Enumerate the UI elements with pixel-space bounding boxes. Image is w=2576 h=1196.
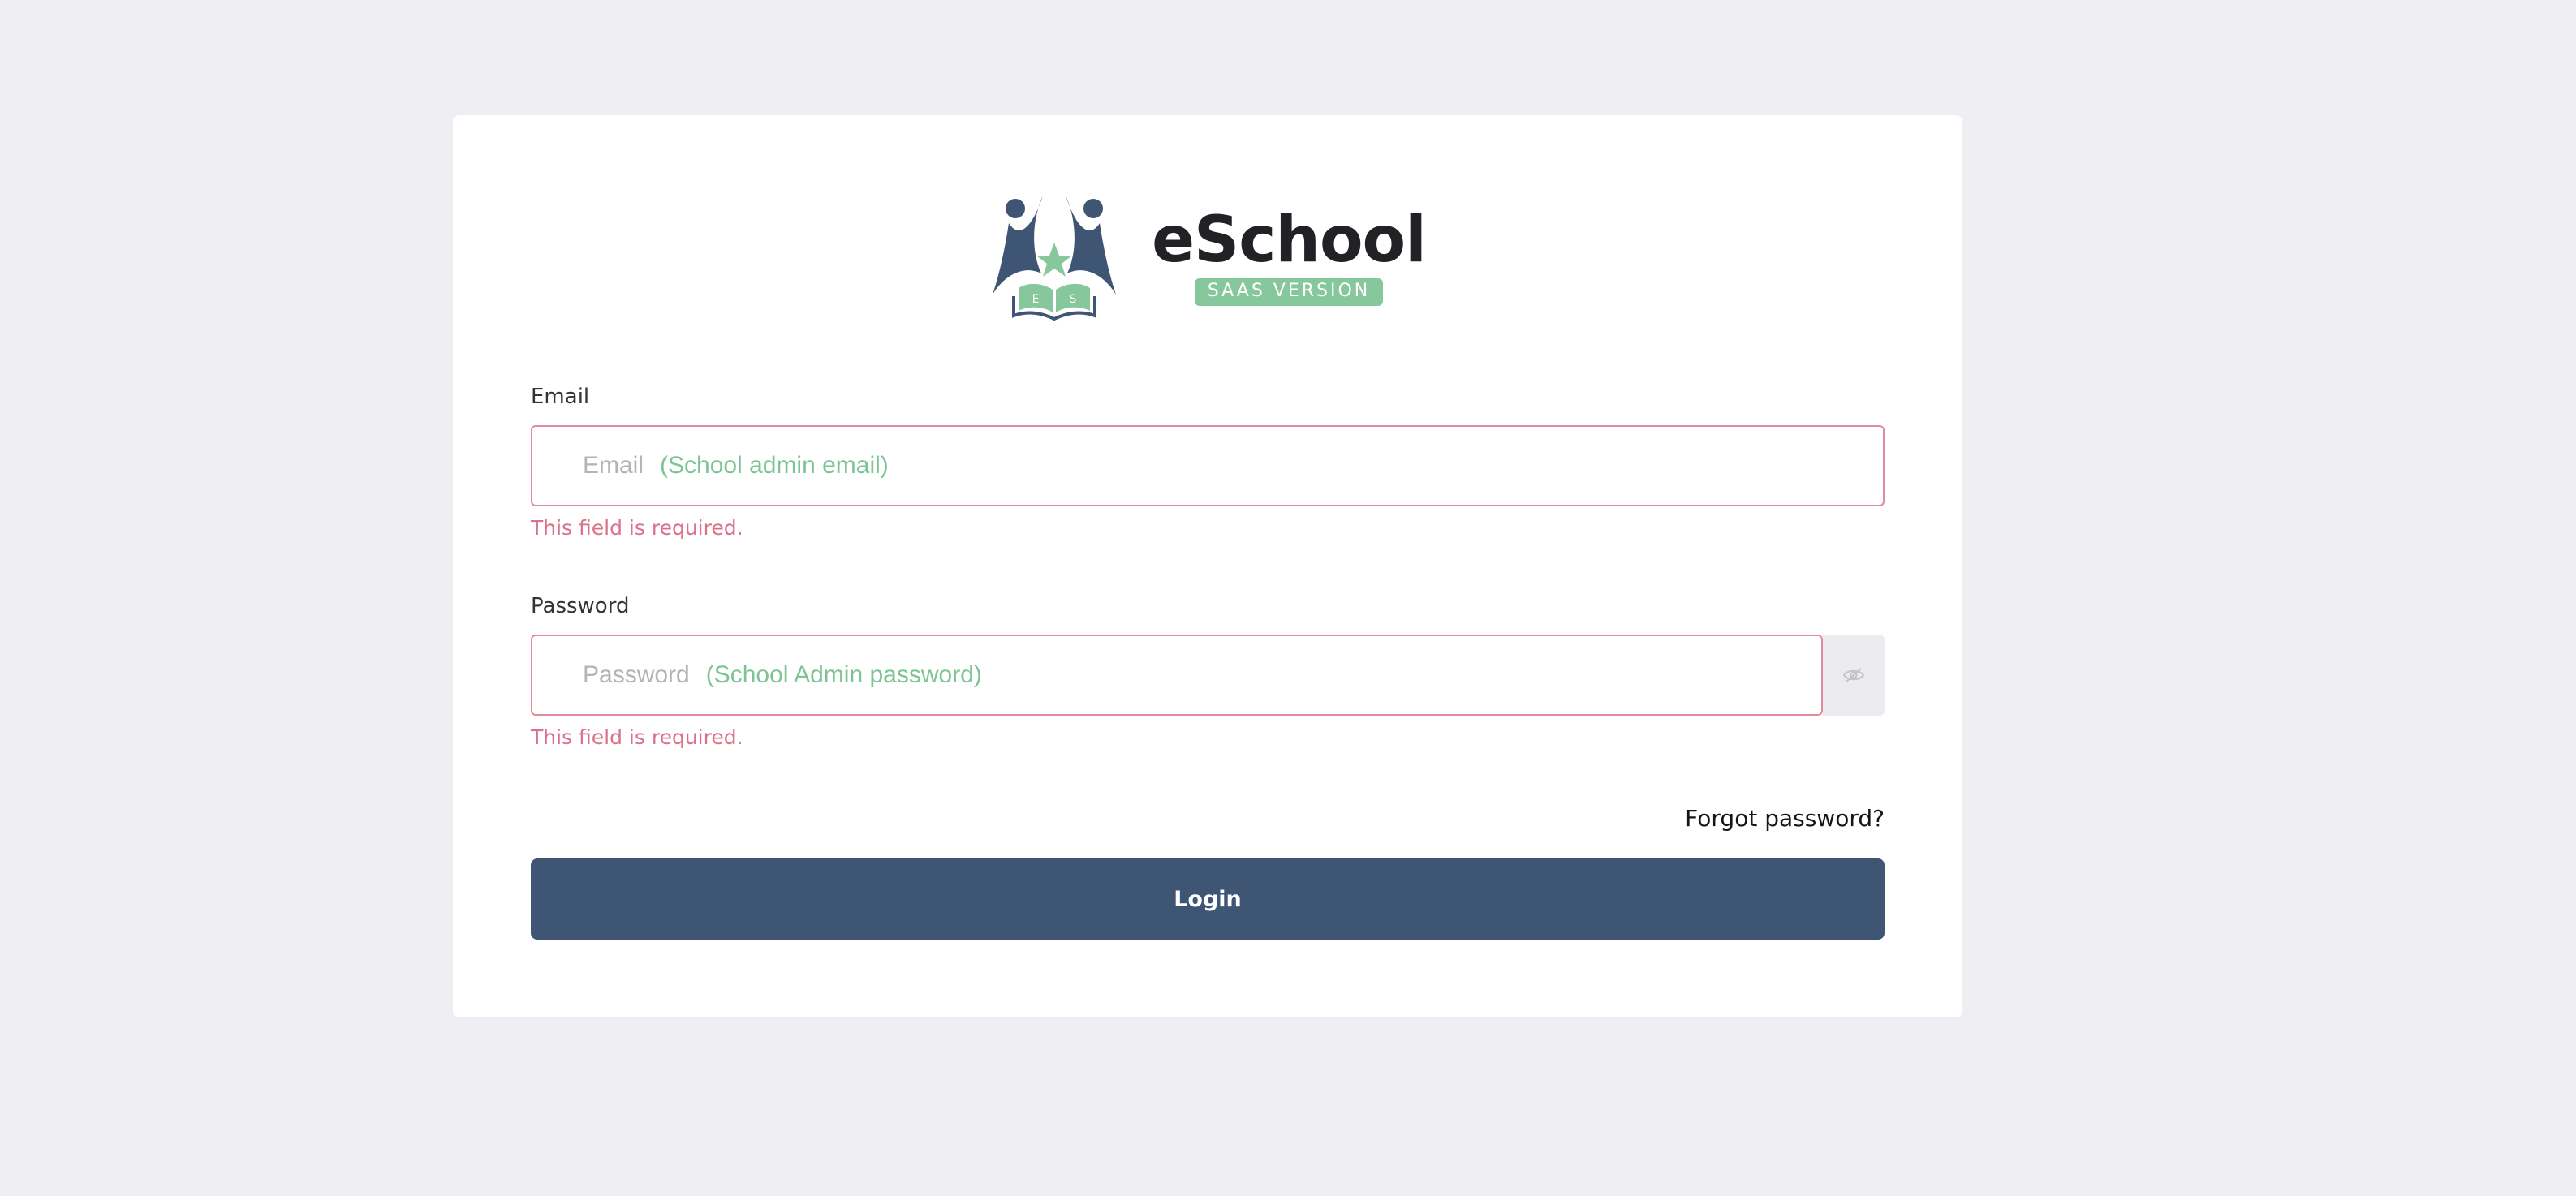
- password-error-message: This field is required.: [531, 725, 743, 749]
- email-error-message: This field is required.: [531, 516, 743, 540]
- email-field[interactable]: Email (School admin email): [531, 425, 1885, 506]
- brand-wordmark: eSchool SAAS VERSION: [1152, 204, 1427, 306]
- email-placeholder: Email: [583, 452, 644, 479]
- school-logo-icon: E S: [993, 196, 1117, 321]
- password-placeholder: Password: [583, 661, 690, 688]
- password-hint: (School Admin password): [705, 661, 982, 688]
- brand-tagline-badge: SAAS VERSION: [1194, 278, 1384, 306]
- password-field[interactable]: Password (School Admin password): [531, 635, 1823, 716]
- password-visibility-toggle[interactable]: [1823, 635, 1885, 716]
- login-button[interactable]: Login: [531, 858, 1885, 940]
- forgot-password-link[interactable]: Forgot password?: [1685, 805, 1885, 832]
- email-hint: (School admin email): [660, 452, 889, 479]
- login-card: E S eSchool SAAS VERSION Email Email (Sc…: [453, 115, 1962, 1017]
- password-label: Password: [531, 594, 630, 618]
- brand-name: eSchool: [1152, 204, 1427, 277]
- eye-slash-icon: [1843, 668, 1864, 682]
- logo-initial-right: S: [1070, 293, 1077, 306]
- brand-logo: E S eSchool SAAS VERSION: [453, 188, 1962, 326]
- logo-initial-left: E: [1032, 293, 1040, 306]
- email-label: Email: [531, 385, 590, 409]
